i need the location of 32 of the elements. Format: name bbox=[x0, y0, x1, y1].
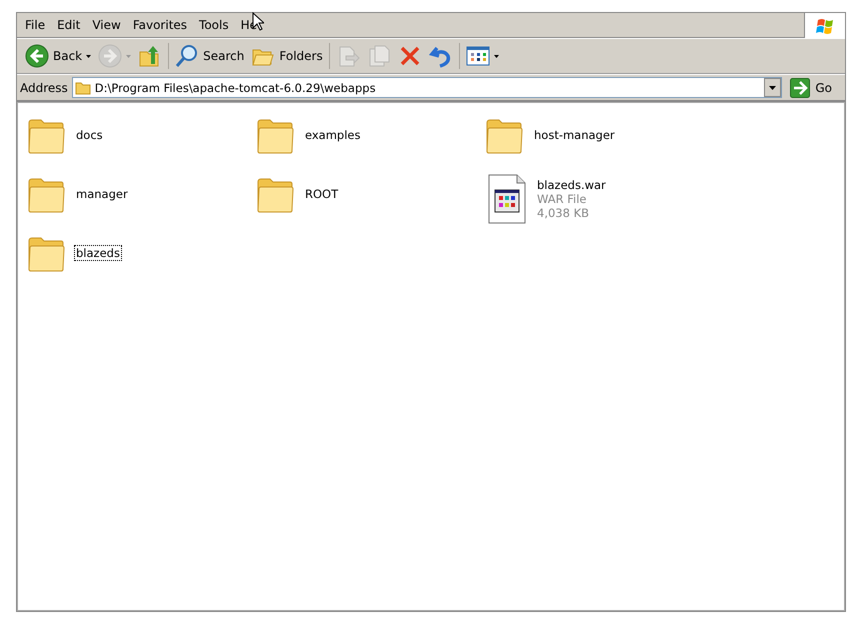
dropdown-caret-icon bbox=[86, 54, 92, 58]
dropdown-caret-icon bbox=[126, 54, 132, 58]
file-name[interactable]: blazeds.war bbox=[537, 178, 606, 192]
file-name[interactable]: host-manager bbox=[533, 128, 616, 142]
folder-icon bbox=[74, 80, 91, 94]
dropdown-caret-icon bbox=[769, 86, 776, 90]
file-name[interactable]: manager bbox=[75, 187, 129, 201]
file-name[interactable]: docs bbox=[75, 128, 104, 142]
menu-item[interactable]: File bbox=[19, 18, 52, 32]
copy-to-icon bbox=[366, 44, 391, 68]
address-label: Address bbox=[20, 80, 68, 94]
search-button[interactable]: Search bbox=[173, 42, 246, 70]
undo-arrow-icon bbox=[428, 44, 453, 68]
views-grid-icon bbox=[466, 44, 490, 68]
file-type: WAR File bbox=[537, 192, 588, 206]
dropdown-caret-icon bbox=[494, 54, 499, 58]
address-field[interactable]: D:\Program Files\apache-tomcat-6.0.29\webapps bbox=[72, 77, 782, 98]
file-name[interactable]: examples bbox=[304, 128, 362, 142]
menu-item[interactable]: Favorites bbox=[126, 18, 194, 32]
folders-button[interactable]: Folders bbox=[249, 42, 325, 70]
windows-logo-icon bbox=[815, 16, 835, 34]
back-button[interactable]: Back bbox=[23, 42, 94, 70]
file-size: 4,038 KB bbox=[537, 206, 590, 220]
file-name[interactable]: blazeds bbox=[75, 246, 121, 260]
dropdown-button[interactable] bbox=[764, 78, 782, 97]
go-button[interactable]: Go bbox=[786, 78, 842, 98]
menu-item[interactable]: Edit bbox=[51, 18, 86, 32]
search-icon bbox=[175, 44, 200, 68]
menu-item[interactable]: View bbox=[86, 18, 127, 32]
menu-item[interactable]: Tools bbox=[193, 18, 235, 32]
file-name[interactable]: ROOT bbox=[304, 187, 340, 201]
go-arrow-icon bbox=[790, 78, 810, 98]
